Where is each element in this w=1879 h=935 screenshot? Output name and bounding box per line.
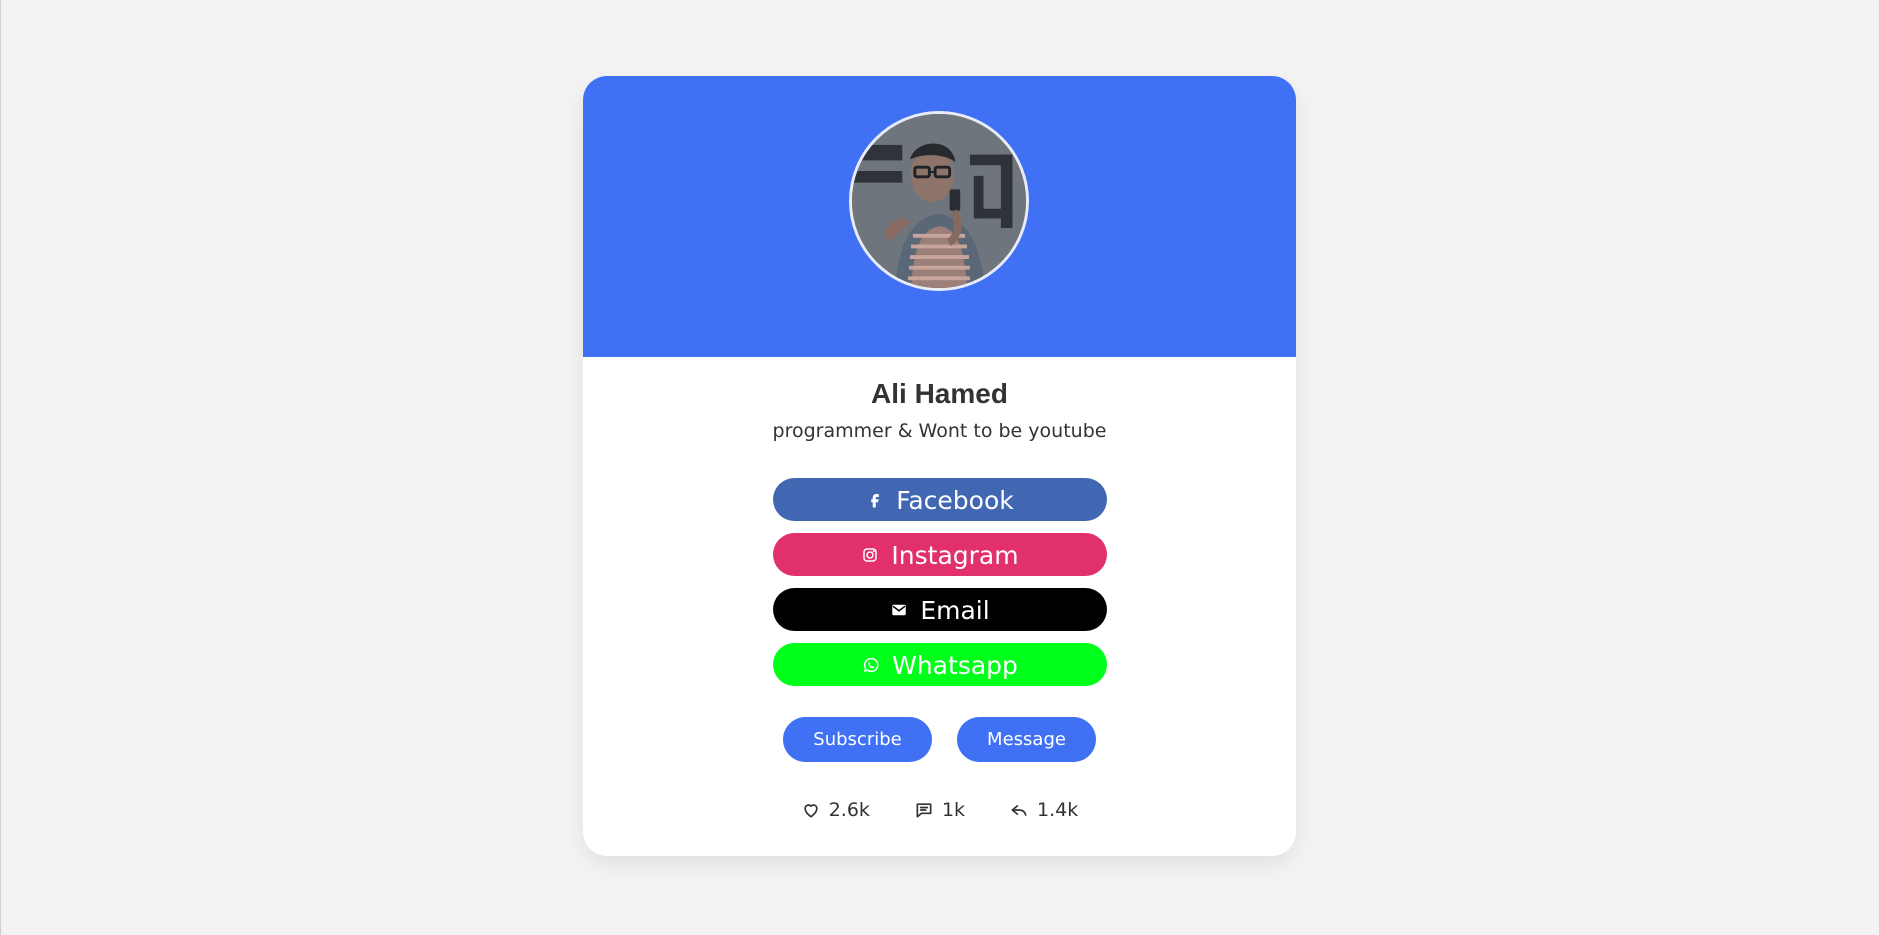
facebook-label: Facebook	[896, 486, 1014, 515]
profile-name: Ali Hamed	[871, 378, 1008, 409]
whatsapp-label: Whatsapp	[892, 651, 1018, 680]
likes-count: 2.6k	[828, 798, 870, 821]
page-background: Ali Hamed programmer & Wont to be youtub…	[0, 0, 1879, 935]
subscribe-button[interactable]: Subscribe	[783, 717, 932, 762]
heart-icon	[801, 800, 821, 820]
message-button[interactable]: Message	[957, 717, 1096, 762]
whatsapp-button[interactable]: Whatsapp	[773, 643, 1107, 686]
email-label: Email	[920, 596, 990, 625]
comments-count: 1k	[941, 798, 966, 821]
instagram-button[interactable]: Instagram	[773, 533, 1107, 576]
whatsapp-icon	[862, 656, 880, 674]
stats-row: 2.6k 1k 1.4k	[797, 792, 1082, 827]
facebook-icon	[866, 491, 884, 509]
reply-icon	[1009, 800, 1029, 820]
facebook-button[interactable]: Facebook	[773, 478, 1107, 521]
likes-stat[interactable]: 2.6k	[779, 792, 892, 827]
profile-photo-image	[852, 114, 1026, 288]
shares-count: 1.4k	[1037, 798, 1079, 821]
left-edge-divider	[0, 0, 1, 935]
comment-icon	[914, 800, 934, 820]
comments-stat[interactable]: 1k	[892, 792, 987, 827]
instagram-label: Instagram	[891, 541, 1019, 570]
action-buttons: Subscribe Message	[783, 717, 1096, 762]
email-icon	[890, 601, 908, 619]
email-button[interactable]: Email	[773, 588, 1107, 631]
instagram-icon	[861, 546, 879, 564]
profile-bio: programmer & Wont to be youtube	[772, 420, 1107, 442]
card-header	[583, 76, 1296, 357]
profile-card: Ali Hamed programmer & Wont to be youtub…	[583, 76, 1296, 856]
social-links: Facebook Instagram Email Whatsapp	[773, 478, 1107, 698]
shares-stat[interactable]: 1.4k	[987, 792, 1100, 827]
avatar	[849, 111, 1029, 291]
